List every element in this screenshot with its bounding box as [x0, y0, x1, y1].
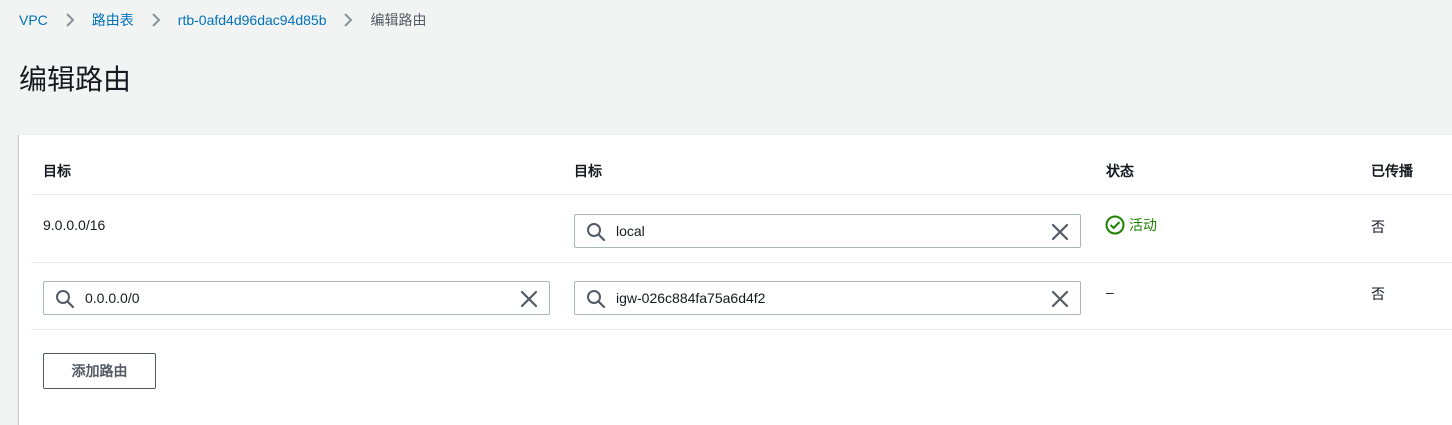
row-divider	[31, 329, 1452, 330]
chevron-right-icon	[65, 10, 75, 30]
breadcrumb-link-route-tables[interactable]: 路由表	[92, 10, 134, 30]
column-header-destination: 目标	[43, 163, 71, 179]
status-text: –	[1106, 284, 1114, 300]
chevron-right-icon	[151, 10, 161, 30]
breadcrumb-current: 编辑路由	[370, 12, 427, 28]
propagated-cell: 否	[1371, 286, 1385, 302]
page-title: 编辑路由	[19, 64, 132, 95]
target-input[interactable]	[616, 282, 1016, 314]
target-search-field[interactable]	[574, 214, 1081, 248]
add-route-button[interactable]: 添加路由	[43, 353, 156, 389]
destination-search-field[interactable]	[43, 281, 550, 315]
close-icon[interactable]	[1051, 223, 1069, 241]
column-header-propagated: 已传播	[1371, 163, 1413, 179]
breadcrumb-link-vpc[interactable]: VPC	[19, 12, 48, 28]
row-divider	[31, 262, 1452, 263]
search-icon	[586, 289, 606, 309]
propagated-cell: 否	[1371, 219, 1385, 235]
search-icon	[586, 222, 606, 242]
destination-input[interactable]	[85, 282, 485, 314]
target-input[interactable]	[616, 215, 1016, 247]
check-circle-icon	[1105, 215, 1125, 235]
close-icon[interactable]	[1051, 290, 1069, 308]
close-icon[interactable]	[520, 290, 538, 308]
routes-panel: 目标 目标 状态 已传播 9.0.0.0/16 活动 否	[19, 134, 1452, 425]
column-header-status: 状态	[1106, 163, 1134, 179]
breadcrumb: VPC 路由表 rtb-0afd4d96dac94d85b 编辑路由	[19, 10, 426, 30]
breadcrumb-link-route-table-id[interactable]: rtb-0afd4d96dac94d85b	[178, 12, 327, 28]
destination-cell: 9.0.0.0/16	[43, 217, 106, 233]
search-icon	[55, 289, 75, 309]
status-text: 活动	[1129, 217, 1157, 233]
chevron-right-icon	[343, 10, 353, 30]
status-badge: 活动	[1105, 215, 1157, 235]
column-header-target: 目标	[574, 163, 602, 179]
row-divider	[31, 194, 1452, 195]
target-search-field[interactable]	[574, 281, 1081, 315]
